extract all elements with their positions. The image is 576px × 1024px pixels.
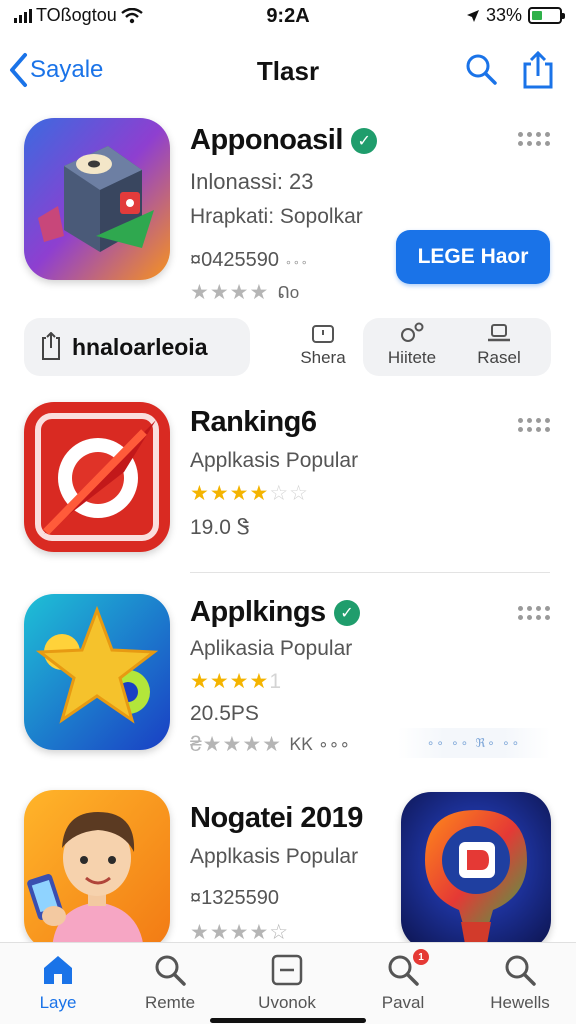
open-button[interactable]: hnaloarleoia	[24, 318, 250, 376]
app-name-text: Applkings	[190, 596, 326, 628]
updates-icon	[271, 954, 303, 986]
app-category: Hrapkati: Sopolkar	[190, 205, 363, 228]
app-rating: ★★★★ 1	[190, 669, 546, 694]
share-action-button[interactable]: Shera	[278, 322, 368, 368]
tab-home-label: Laye	[39, 993, 77, 1012]
rating-count: ᕠo	[277, 282, 300, 302]
tab-paval-label: Paval	[381, 993, 425, 1012]
hint-action-label: Hiitete	[387, 348, 437, 367]
app-subtitle: Applkasis Popular	[190, 449, 359, 472]
back-button[interactable]: Sayale	[8, 52, 103, 88]
search-icon	[505, 955, 536, 986]
hint-action-button[interactable]: Hiitete	[367, 322, 457, 368]
more-options-button[interactable]	[518, 418, 550, 432]
share-button[interactable]	[520, 50, 556, 95]
rating-stars-empty: ☆☆	[269, 482, 309, 505]
tab-home[interactable]: Laye	[8, 953, 108, 1013]
app-price-text: ¤1325590	[190, 887, 279, 909]
tab-paval[interactable]: 1 Paval	[353, 949, 453, 1013]
app-name: Apponoasil ✓	[190, 124, 546, 157]
action-strip: hnaloarleoia Shera Hiitete Rasel	[24, 318, 552, 378]
app-info: Ranking6 Applkasis Popular ★★★★ ☆☆ 19.0 Ꮥ	[190, 406, 546, 540]
home-indicator	[210, 1018, 366, 1023]
share-icon	[523, 50, 553, 89]
more-options-button[interactable]	[518, 132, 550, 146]
search-button[interactable]	[464, 52, 498, 91]
verified-badge-icon: ✓	[350, 127, 377, 154]
featured-app-icon[interactable]	[401, 792, 551, 950]
battery-percent: 33%	[485, 5, 522, 25]
tab-remote[interactable]: Remte	[120, 953, 220, 1013]
key-icon	[401, 322, 424, 342]
reset-action-label: Rasel	[477, 348, 521, 367]
tab-updates[interactable]: Uvonok	[237, 953, 337, 1013]
tab-updates-label: Uvonok	[258, 993, 316, 1012]
app-icon-cube[interactable]	[24, 118, 170, 280]
share-outline-icon	[42, 332, 60, 360]
rating-stars-filled: ★★★★	[190, 482, 270, 505]
app-name-text: Apponoasil	[190, 124, 343, 156]
chevron-left-icon	[10, 53, 27, 87]
app-size: 19.0 Ꮥ	[190, 516, 250, 539]
battery-icon	[528, 7, 565, 24]
search-icon	[466, 54, 497, 85]
status-right: 33%	[466, 5, 565, 26]
tab-hewells-label: Hewells	[490, 993, 550, 1012]
verified-badge-icon: ✓	[333, 599, 360, 626]
tab-bar: Laye Remte Uvonok 1 Paval Hewells	[0, 942, 576, 1024]
get-button[interactable]: LEGE Haor	[396, 230, 550, 284]
divider	[190, 572, 550, 573]
sub-rating-stars: ₴★★★★	[190, 733, 282, 756]
rating-stars: ★★★★	[190, 281, 270, 304]
notification-badge: 1	[413, 949, 429, 965]
sub-rating-count: ᏦᏦ ∘∘∘	[289, 734, 351, 754]
reset-action-button[interactable]: Rasel	[454, 322, 544, 368]
rating-stars-empty: 1	[269, 669, 282, 693]
app-name-text: Nogatei 2019	[190, 802, 363, 834]
app-icon-star[interactable]	[24, 594, 170, 750]
open-label: hnaloarleoia	[72, 333, 208, 360]
app-subtitle: Aplikasia Popular	[190, 637, 353, 660]
app-price-text: ¤0425590	[190, 249, 279, 271]
app-icon-boy[interactable]	[24, 790, 170, 950]
share-action-label: Shera	[300, 348, 346, 367]
app-name: Ranking6	[190, 406, 546, 439]
tab-hewells[interactable]: Hewells	[470, 953, 570, 1013]
home-icon	[44, 956, 72, 984]
location-arrow-icon	[466, 9, 479, 22]
app-name-text: Ranking6	[190, 406, 317, 438]
back-label: Sayale	[30, 56, 104, 83]
app-icon-ranking[interactable]	[24, 402, 170, 552]
navigation-bar: Sayale Tlasr	[0, 44, 576, 100]
calendar-icon	[312, 325, 334, 343]
app-price-suffix: ∘∘∘	[284, 257, 309, 269]
app-name: Applkings ✓	[190, 596, 546, 629]
search-icon	[155, 955, 186, 986]
app-size: 20.5PS	[190, 702, 259, 725]
app-rating: ★★★★ ☆☆	[190, 481, 546, 506]
laptop-icon	[488, 324, 510, 342]
tab-remote-label: Remte	[144, 993, 196, 1012]
status-bar: TOßogtou 9:2A 33%	[0, 0, 576, 34]
blurred-text: ∘∘ ∘∘ ℜ∘ ∘∘	[398, 728, 550, 758]
more-options-button[interactable]	[518, 606, 550, 620]
rating-stars-filled: ★★★★	[190, 670, 270, 693]
app-subtitle: Inlonassi: 23	[190, 169, 314, 194]
